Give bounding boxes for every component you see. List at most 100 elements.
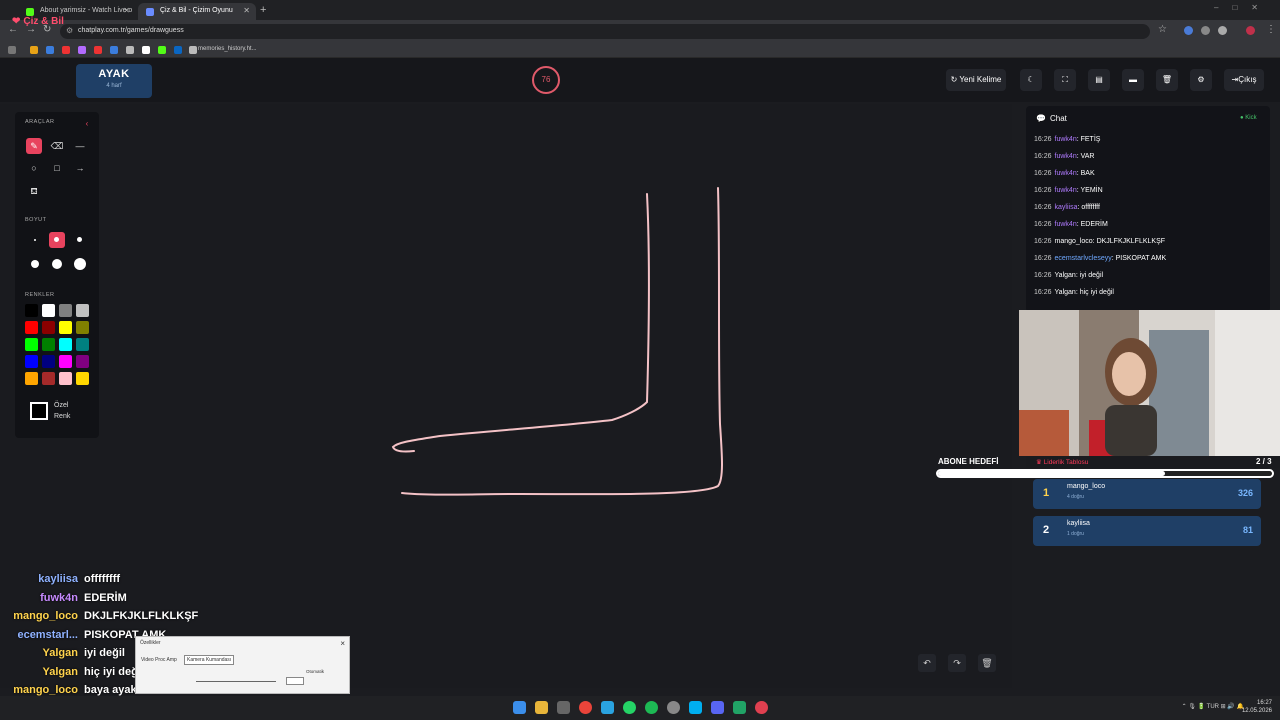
chat-username[interactable]: fuwk4n	[1055, 221, 1077, 228]
brush-tool-icon[interactable]: ✎	[26, 138, 42, 154]
fullscreen-button[interactable]: ⛶	[1054, 69, 1076, 91]
eraser-tool-icon[interactable]: ⌫	[49, 138, 65, 154]
color-swatch[interactable]	[59, 321, 72, 334]
steam-icon[interactable]	[667, 701, 680, 714]
color-swatch[interactable]	[59, 304, 72, 317]
color-swatch[interactable]	[42, 304, 55, 317]
site-info-icon[interactable]: ⚙	[66, 26, 73, 35]
layout-button[interactable]: ▤	[1088, 69, 1110, 91]
chat-username[interactable]: mango_loco	[1055, 238, 1093, 245]
chat-username[interactable]: ecemstarlvcleseyy	[1055, 255, 1112, 262]
collapse-panel-icon[interactable]: ‹	[79, 116, 95, 132]
bookmark-icon[interactable]	[126, 46, 134, 54]
apps-icon[interactable]	[8, 46, 16, 54]
fill-bucket-tool-icon[interactable]: ⛾	[26, 183, 42, 199]
dialog-tab-active[interactable]: Kamera Kumandası	[184, 655, 235, 665]
color-swatch[interactable]	[59, 355, 72, 368]
extension-icon[interactable]	[1201, 26, 1210, 35]
undo-button[interactable]: ↶	[918, 654, 936, 672]
size-option-md[interactable]	[77, 237, 82, 242]
color-swatch[interactable]	[25, 321, 38, 334]
url-field[interactable]: ⚙ chatplay.com.tr/games/drawguess	[60, 24, 1150, 39]
color-swatch[interactable]	[76, 304, 89, 317]
start-icon[interactable]	[513, 701, 526, 714]
color-swatch[interactable]	[76, 372, 89, 385]
app-icon[interactable]	[733, 701, 746, 714]
color-swatch[interactable]	[42, 338, 55, 351]
dialog-value-field[interactable]	[286, 677, 304, 685]
color-swatch[interactable]	[25, 355, 38, 368]
dialog-tab[interactable]: Video Proc Amp	[141, 657, 177, 663]
bookmark-icon[interactable]	[142, 46, 150, 54]
browser-tab-active[interactable]: Çiz & Bil - Çizim Oyunu ✕	[138, 3, 256, 20]
theme-toggle-button[interactable]: ☾	[1020, 69, 1042, 91]
close-tab-icon[interactable]: ✕	[123, 6, 130, 15]
bookmark-icon[interactable]	[30, 46, 38, 54]
bookmark-icon[interactable]	[78, 46, 86, 54]
new-word-button[interactable]: ↻ Yeni Kelime	[946, 69, 1006, 91]
bookmark-icon[interactable]	[158, 46, 166, 54]
chrome-icon[interactable]	[579, 701, 592, 714]
chat-username[interactable]: Yalgan	[1055, 272, 1076, 279]
color-swatch[interactable]	[25, 338, 38, 351]
new-tab-button[interactable]: +	[260, 4, 266, 16]
color-swatch[interactable]	[42, 372, 55, 385]
whatsapp-icon[interactable]	[623, 701, 636, 714]
line-tool-icon[interactable]: —	[72, 138, 88, 154]
discord-icon[interactable]	[711, 701, 724, 714]
clear-canvas-button[interactable]: 🗑	[978, 654, 996, 672]
color-swatch[interactable]	[25, 304, 38, 317]
arrow-tool-icon[interactable]: →	[72, 160, 88, 176]
clear-button[interactable]: 🗑	[1156, 69, 1178, 91]
size-option-xs[interactable]	[34, 239, 36, 241]
size-option-lg[interactable]	[31, 260, 39, 268]
color-swatch[interactable]	[59, 372, 72, 385]
close-tab-icon[interactable]: ✕	[243, 6, 250, 15]
panel-button[interactable]: ▬	[1122, 69, 1144, 91]
color-swatch[interactable]	[76, 338, 89, 351]
bookmark-icon[interactable]	[62, 46, 70, 54]
extension-icon[interactable]	[1184, 26, 1193, 35]
bookmark-icon[interactable]	[110, 46, 118, 54]
spotify-icon[interactable]	[645, 701, 658, 714]
chat-username[interactable]: Yalgan	[1055, 289, 1076, 296]
custom-color-label[interactable]: Özel Renk	[54, 400, 70, 422]
redo-button[interactable]: ↷	[948, 654, 966, 672]
bookmark-icon[interactable]	[174, 46, 182, 54]
circle-tool-icon[interactable]: ○	[26, 160, 42, 176]
exit-button[interactable]: ⇥Çıkış	[1224, 69, 1264, 91]
color-swatch[interactable]	[25, 372, 38, 385]
extensions-puzzle-icon[interactable]	[1218, 26, 1227, 35]
size-option-xxl[interactable]	[74, 258, 86, 270]
color-swatch[interactable]	[76, 355, 89, 368]
file-explorer-icon[interactable]	[535, 701, 548, 714]
telegram-icon[interactable]	[601, 701, 614, 714]
custom-color-swatch[interactable]	[30, 402, 48, 420]
obs-icon[interactable]	[755, 701, 768, 714]
store-icon[interactable]	[557, 701, 570, 714]
taskbar-clock[interactable]: 16:27 12.05.2026	[1242, 699, 1272, 715]
app-logo[interactable]: ❤ Çiz & Bil	[12, 16, 64, 27]
chat-username[interactable]: fuwk4n	[1055, 187, 1077, 194]
bookmark-label[interactable]: memories_history.ht...	[198, 46, 257, 52]
system-tray[interactable]: ⌃ 🎙 🔋 TUR ⊞ 🔊 🔔	[1182, 703, 1244, 710]
chat-username[interactable]: fuwk4n	[1055, 136, 1077, 143]
auto-checkbox-label[interactable]: Otomatik	[306, 669, 324, 674]
menu-dots-icon[interactable]: ⋮	[1266, 24, 1276, 35]
color-swatch[interactable]	[42, 355, 55, 368]
bookmark-icon[interactable]	[94, 46, 102, 54]
profile-avatar[interactable]	[1246, 26, 1255, 35]
window-controls[interactable]: –□✕	[1214, 3, 1272, 12]
bookmark-star-icon[interactable]: ☆	[1158, 24, 1167, 35]
color-swatch[interactable]	[59, 338, 72, 351]
skype-icon[interactable]	[689, 701, 702, 714]
rectangle-tool-icon[interactable]: □	[49, 160, 65, 176]
color-swatch[interactable]	[76, 321, 89, 334]
chat-username[interactable]: fuwk4n	[1055, 170, 1077, 177]
close-icon[interactable]: ×	[340, 639, 345, 648]
chat-username[interactable]: fuwk4n	[1055, 153, 1077, 160]
color-swatch[interactable]	[42, 321, 55, 334]
chat-username[interactable]: kayliisa	[1055, 204, 1078, 211]
dialog-slider[interactable]	[196, 681, 276, 682]
bookmark-icon[interactable]	[46, 46, 54, 54]
